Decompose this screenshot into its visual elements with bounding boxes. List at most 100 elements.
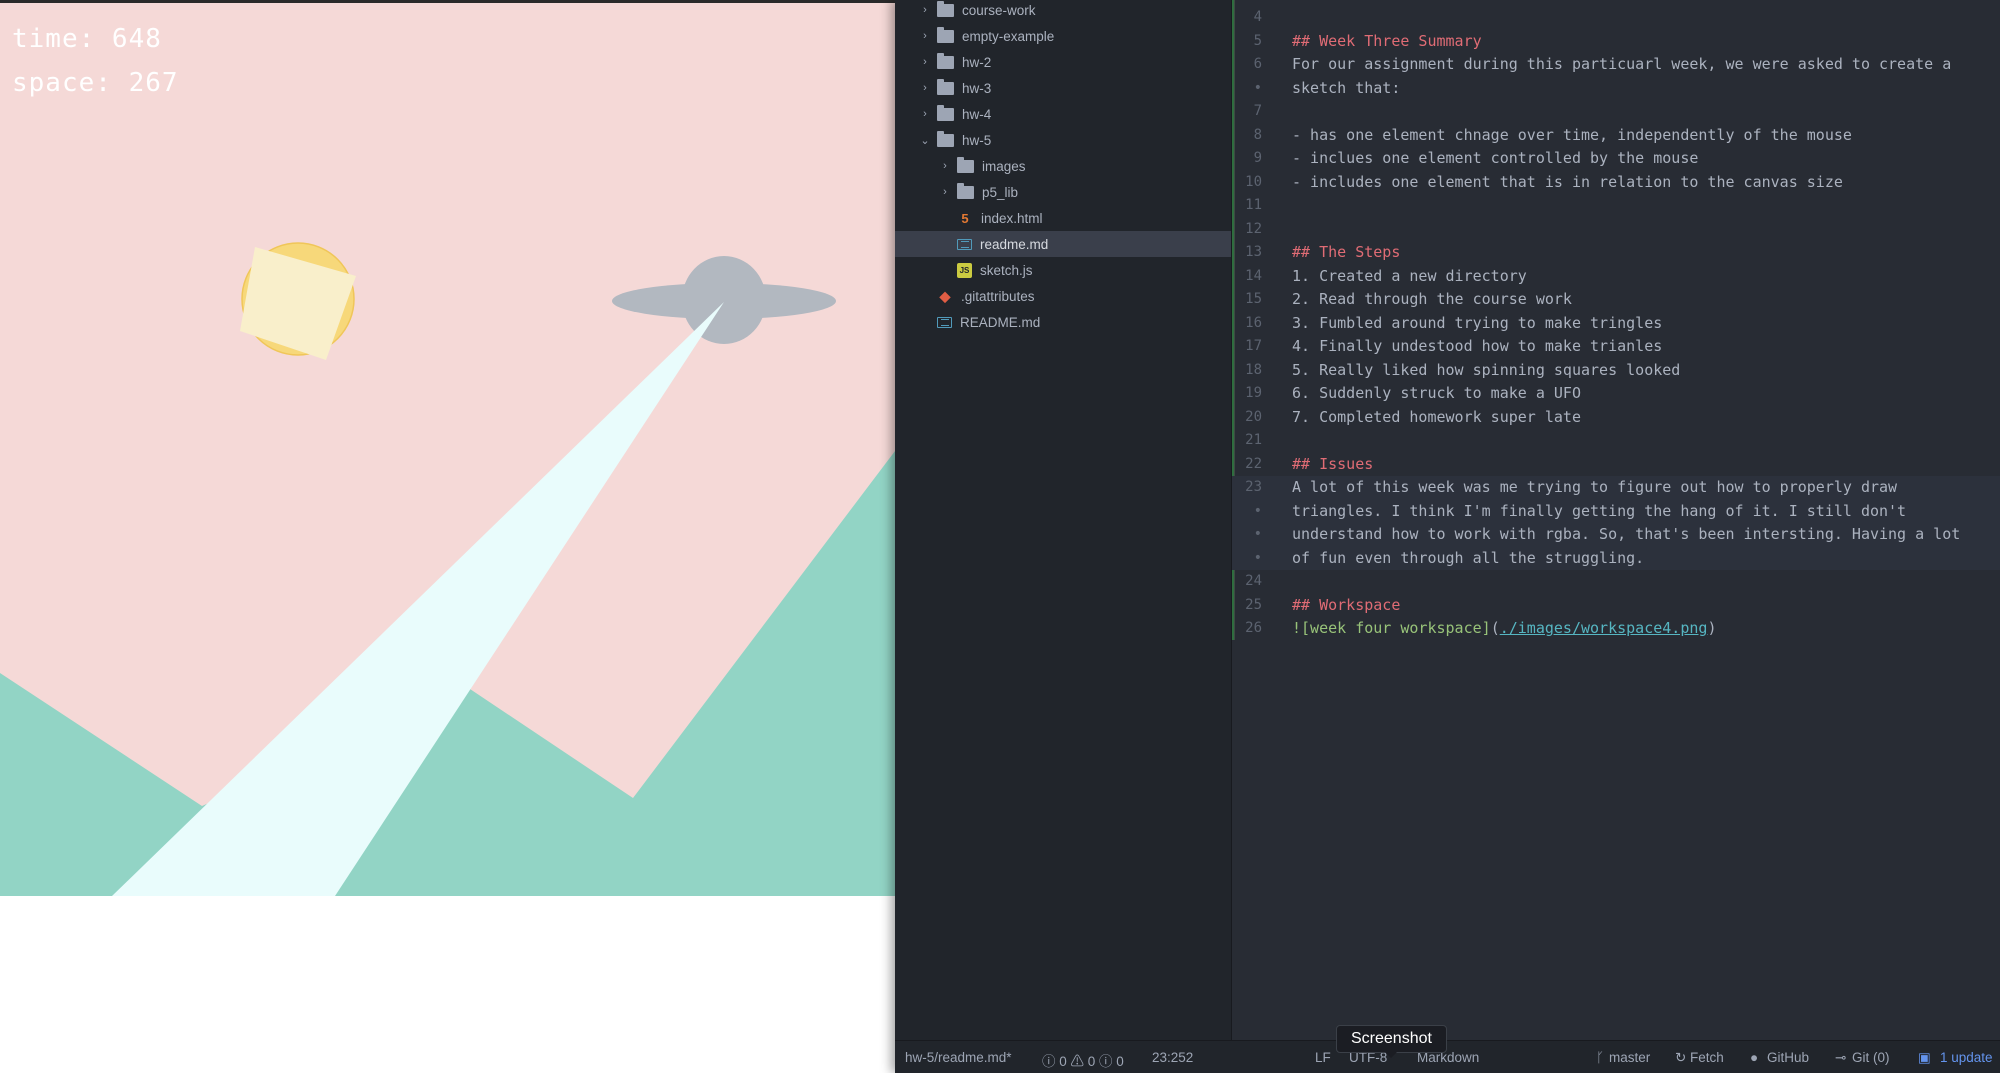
screenshot-tooltip: Screenshot <box>1336 1025 1447 1058</box>
p5-sketch-window: time: 648 space: 267 <box>0 0 895 1073</box>
tree-item-readme-md[interactable]: readme.md <box>895 231 1231 257</box>
code-line[interactable]: 21 <box>1232 429 2000 453</box>
line-number: 16 <box>1245 314 1262 331</box>
code-line[interactable]: 22 ## Issues <box>1232 453 2000 477</box>
tree-item-gitattributes[interactable]: ◆ .gitattributes <box>895 283 1231 309</box>
tree-item-sketch-js[interactable]: JS sketch.js <box>895 257 1231 283</box>
tree-item-label: index.html <box>981 210 1043 226</box>
html5-icon: 5 <box>961 210 969 226</box>
code-line[interactable]: 25 ## Workspace <box>1232 594 2000 618</box>
status-github[interactable]: GitHub <box>1767 1050 1809 1065</box>
code-text: 5. Really liked how spinning squares loo… <box>1292 360 1681 379</box>
chevron-right-icon: › <box>943 186 947 198</box>
code-line[interactable]: 10 - includes one element that is in rela… <box>1232 171 2000 195</box>
code-line[interactable]: 20 7. Completed homework super late <box>1232 406 2000 430</box>
code-text: - inclues one element controlled by the … <box>1292 149 1699 167</box>
image-url-link[interactable]: ./images/workspace4.png <box>1500 619 1708 637</box>
line-number: • <box>1253 549 1262 566</box>
tree-item-empty-example[interactable]: › empty-example <box>895 23 1231 49</box>
markdown-heading: ## Issues <box>1292 454 1374 473</box>
line-number: • <box>1253 526 1262 542</box>
code-text: 2. Read through the course work <box>1292 290 1572 308</box>
tree-item-course-work[interactable]: › course-work <box>895 0 1231 23</box>
code-line[interactable]: 17 4. Finally undestood how to make trian… <box>1232 335 2000 359</box>
line-number: 18 <box>1245 361 1262 378</box>
tree-item-readme-md[interactable]: README.md <box>895 309 1231 335</box>
status-fetch[interactable]: Fetch <box>1690 1050 1724 1065</box>
line-number: 7 <box>1253 103 1262 119</box>
code-line[interactable]: 18 5. Really liked how spinning squares l… <box>1232 359 2000 383</box>
code-line[interactable]: 7 <box>1232 100 2000 124</box>
markdown-heading: ## Workspace <box>1292 595 1401 614</box>
code-line[interactable]: 4 <box>1232 6 2000 30</box>
git-icon: ⊸ <box>1835 1050 1847 1065</box>
code-line[interactable]: 14 1. Created a new directory <box>1232 265 2000 289</box>
code-line[interactable]: 13 ## The Steps <box>1232 241 2000 265</box>
code-text: triangles. I think I'm finally getting t… <box>1292 501 1907 520</box>
line-number: 15 <box>1245 291 1262 307</box>
code-line[interactable]: 23 A lot of this week was me trying to fi… <box>1232 476 2000 500</box>
code-line[interactable]: 12 <box>1232 218 2000 242</box>
code-line[interactable]: 6 For our assignment during this particua… <box>1232 53 2000 77</box>
code-line[interactable]: 26 ![week four workspace](./images/worksp… <box>1232 617 2000 641</box>
code-line[interactable]: • of fun even through all the struggling. <box>1232 546 2000 570</box>
status-update[interactable]: 1 update <box>1940 1050 1993 1065</box>
status-cursor-position[interactable]: 23:252 <box>1152 1050 1193 1065</box>
tree-item-label: hw-4 <box>962 106 992 122</box>
tree-item-hw-4[interactable]: › hw-4 <box>895 101 1231 127</box>
tree-item-hw-2[interactable]: › hw-2 <box>895 49 1231 75</box>
line-number: • <box>1253 79 1262 96</box>
status-branch[interactable]: master <box>1609 1050 1650 1065</box>
branch-icon: ᚴ <box>1596 1050 1605 1065</box>
code-text: - has one element chnage over time, inde… <box>1292 125 1852 144</box>
tree-item-images[interactable]: › images <box>895 153 1231 179</box>
code-line[interactable]: 8 - has one element chnage over time, ind… <box>1232 124 2000 148</box>
status-file-path[interactable]: hw-5/readme.md* <box>905 1050 1012 1065</box>
code-line[interactable]: • triangles. I think I'm finally getting … <box>1232 499 2000 523</box>
tree-item-hw-3[interactable]: › hw-3 <box>895 75 1231 101</box>
package-icon: ▣ <box>1918 1050 1931 1065</box>
tree-item-label: hw-5 <box>962 132 992 148</box>
code-editor[interactable]: 4 5 ## Week Three Summary 6 For our assignme… <box>1232 0 2000 1040</box>
tree-item-label: p5_lib <box>982 184 1019 200</box>
javascript-icon: JS <box>957 262 972 278</box>
tree-item-label: hw-3 <box>962 80 992 96</box>
sketch-canvas[interactable] <box>0 3 895 896</box>
tree-item-index-html[interactable]: 5 index.html <box>895 205 1231 231</box>
line-number: 13 <box>1245 244 1262 260</box>
code-line[interactable]: 9 - inclues one element controlled by the… <box>1232 147 2000 171</box>
space-readout: space: 267 <box>12 68 179 98</box>
tree-item-hw-5[interactable]: ⌄ hw-5 <box>895 127 1231 153</box>
tree-item-p5-lib[interactable]: › p5_lib <box>895 179 1231 205</box>
code-text: 4. Finally undestood how to make trianle… <box>1292 337 1663 355</box>
status-git[interactable]: Git (0) <box>1852 1050 1890 1065</box>
folder-icon <box>937 104 954 121</box>
code-line[interactable]: 5 ## Week Three Summary <box>1232 30 2000 54</box>
status-line-ending[interactable]: LF <box>1315 1050 1331 1065</box>
code-line[interactable]: 19 6. Suddenly struck to make a UFO <box>1232 382 2000 406</box>
folder-icon <box>957 156 974 173</box>
code-line[interactable]: • understand how to work with rgba. So, t… <box>1232 523 2000 547</box>
code-line[interactable]: 11 <box>1232 194 2000 218</box>
code-line[interactable]: • sketch that: <box>1232 77 2000 101</box>
line-number: • <box>1253 502 1262 519</box>
chevron-right-icon: › <box>923 82 927 94</box>
chevron-down-icon: ⌄ <box>920 134 930 147</box>
code-line[interactable]: 15 2. Read through the course work <box>1232 288 2000 312</box>
line-number: 19 <box>1245 385 1262 401</box>
status-diagnostics[interactable]: ⓘ 0 ⚠ 0 ⓘ 0 <box>1042 1050 1124 1070</box>
code-line[interactable]: 16 3. Fumbled around trying to make tring… <box>1232 312 2000 336</box>
folder-icon <box>937 52 954 69</box>
line-number: 10 <box>1245 173 1262 190</box>
code-line[interactable]: 24 <box>1232 570 2000 594</box>
markdown-heading: ## Week Three Summary <box>1292 31 1482 50</box>
code-text: 6. Suddenly struck to make a UFO <box>1292 384 1581 402</box>
time-readout: time: 648 <box>12 24 162 54</box>
code-text: - includes one element that is in relati… <box>1292 172 1843 191</box>
code-text: A lot of this week was me trying to figu… <box>1292 478 1898 496</box>
tree-item-label: hw-2 <box>962 54 992 70</box>
line-number: 9 <box>1253 150 1262 166</box>
tree-item-label: README.md <box>960 314 1041 330</box>
tree-view: › course-work › empty-example › hw-2 › hw-3 › hw-… <box>895 0 1232 1040</box>
tree-item-label: .gitattributes <box>961 288 1035 304</box>
